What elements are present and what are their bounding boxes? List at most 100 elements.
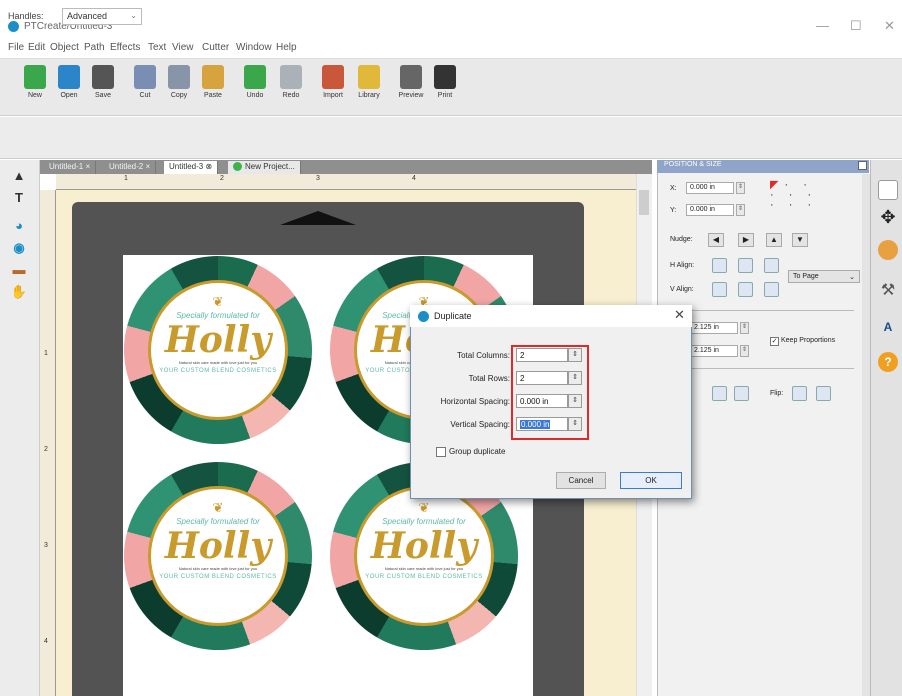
x-spinner[interactable]: ⇕ <box>736 182 745 194</box>
open-icon <box>58 65 80 89</box>
panel-close-button[interactable] <box>858 161 867 170</box>
height-field[interactable]: 2.125 in <box>690 345 738 357</box>
minimize-button[interactable]: — <box>816 18 829 33</box>
align-top-icon[interactable] <box>712 282 727 297</box>
library-button[interactable]: Library <box>354 65 384 99</box>
keep-proportions-checkbox[interactable]: ✓ <box>770 337 779 346</box>
save-icon <box>92 65 114 89</box>
label-name: Holly <box>164 319 272 361</box>
reference-point-grid[interactable]: ◤· · · · · · · · <box>770 180 814 220</box>
open-button[interactable]: Open <box>54 65 84 99</box>
height-spinner[interactable]: ⇕ <box>740 345 749 357</box>
flip-horizontal-icon[interactable] <box>792 386 807 401</box>
main-toolbar: New Open Save Cut Copy Paste Undo Redo I… <box>0 58 902 116</box>
wrench-icon[interactable]: ⚒ <box>878 280 898 300</box>
new-icon <box>24 65 46 89</box>
canvas-scrollbar-thumb[interactable] <box>639 190 649 215</box>
shape-tool[interactable]: ◕ <box>8 218 30 236</box>
menu-effects[interactable]: Effects <box>110 42 140 53</box>
preview-button[interactable]: Preview <box>396 65 426 99</box>
align-right-icon[interactable] <box>764 258 779 273</box>
label-design[interactable]: ❦ Specially formulated for Holly Natural… <box>124 462 312 650</box>
handles-select[interactable]: Advanced ⌄ <box>62 8 142 25</box>
close-window-button[interactable]: ✕ <box>884 18 895 34</box>
align-center-icon[interactable] <box>738 258 753 273</box>
menu-help[interactable]: Help <box>276 42 297 53</box>
document-tabs: Untitled-1 × Untitled-2 × Untitled-3 ⊗ N… <box>40 160 652 174</box>
align-bottom-icon[interactable] <box>764 282 779 297</box>
zoom-tool[interactable]: ◉ <box>8 240 30 258</box>
h-align-label: H Align: <box>670 262 695 269</box>
rotate-right-icon[interactable] <box>734 386 749 401</box>
align-middle-icon[interactable] <box>738 282 753 297</box>
document-icon[interactable] <box>878 180 898 200</box>
tab-untitled-2[interactable]: Untitled-2 × <box>104 161 157 174</box>
paste-button[interactable]: Paste <box>198 65 228 99</box>
ok-button[interactable]: OK <box>620 472 682 489</box>
menu-file[interactable]: File <box>8 42 24 53</box>
paste-icon <box>202 65 224 89</box>
tab-new-project[interactable]: New Project... <box>228 161 301 174</box>
width-spinner[interactable]: ⇕ <box>740 322 749 334</box>
help-icon[interactable]: ? <box>878 352 898 372</box>
v-align-label: V Align: <box>670 286 694 293</box>
hand-tool[interactable]: ✋ <box>8 284 30 302</box>
nudge-label: Nudge: <box>670 236 693 243</box>
select-tool[interactable]: ▲ <box>8 168 30 186</box>
nudge-down-button[interactable]: ▼ <box>792 233 808 247</box>
label-design[interactable]: ❦ Specially formulated for Holly Natural… <box>124 256 312 444</box>
label-center: ❦ Specially formulated for Holly Natural… <box>148 486 288 626</box>
width-field[interactable]: 2.125 in <box>690 322 738 334</box>
dialog-close-button[interactable]: ✕ <box>674 307 685 323</box>
text-style-icon[interactable]: A <box>878 320 898 340</box>
panel-title: POSITION & SIZE <box>664 161 722 168</box>
vertical-spacing-label: Vertical Spacing: <box>450 420 510 429</box>
x-field[interactable]: 0.000 in <box>686 182 734 194</box>
menu-window[interactable]: Window <box>236 42 272 53</box>
print-button[interactable]: Print <box>430 65 460 99</box>
menu-text[interactable]: Text <box>148 42 166 53</box>
maximize-button[interactable]: ☐ <box>850 18 862 34</box>
y-field[interactable]: 0.000 in <box>686 204 734 216</box>
menu-edit[interactable]: Edit <box>28 42 45 53</box>
move-icon[interactable]: ✥ <box>878 208 898 228</box>
dialog-title: Duplicate <box>434 311 472 321</box>
align-to-select[interactable]: To Page ⌄ <box>788 270 860 283</box>
menu-path[interactable]: Path <box>84 42 105 53</box>
copy-button[interactable]: Copy <box>164 65 194 99</box>
cut-button[interactable]: Cut <box>130 65 160 99</box>
ruler-horizontal: 1 2 3 4 <box>56 174 636 190</box>
rotate-left-icon[interactable] <box>712 386 727 401</box>
save-button[interactable]: Save <box>88 65 118 99</box>
total-rows-label: Total Rows: <box>468 374 510 383</box>
ruler-number: 4 <box>412 175 416 182</box>
nudge-left-button[interactable]: ◀ <box>708 233 724 247</box>
leaf-icon: ❦ <box>212 294 224 309</box>
options-bar <box>0 117 902 159</box>
app-icon <box>418 311 429 322</box>
menu-view[interactable]: View <box>172 42 194 53</box>
menu-object[interactable]: Object <box>50 42 79 53</box>
flip-vertical-icon[interactable] <box>816 386 831 401</box>
import-button[interactable]: Import <box>318 65 348 99</box>
redo-button[interactable]: Redo <box>276 65 306 99</box>
x-label: X: <box>670 185 677 192</box>
menu-cutter[interactable]: Cutter <box>202 42 229 53</box>
chevron-down-icon: ⌄ <box>849 274 855 281</box>
group-duplicate-checkbox[interactable] <box>436 447 446 457</box>
nudge-right-button[interactable]: ▶ <box>738 233 754 247</box>
undo-button[interactable]: Undo <box>240 65 270 99</box>
total-columns-label: Total Columns: <box>457 351 510 360</box>
nudge-up-button[interactable]: ▲ <box>766 233 782 247</box>
text-tool[interactable]: T <box>8 190 30 208</box>
cancel-button[interactable]: Cancel <box>556 472 606 489</box>
new-button[interactable]: New <box>20 65 50 99</box>
eraser-tool[interactable]: ▬ <box>8 262 30 280</box>
tab-untitled-3[interactable]: Untitled-3 ⊗ <box>164 161 219 174</box>
copy-icon <box>168 65 190 89</box>
y-spinner[interactable]: ⇕ <box>736 204 745 216</box>
color-palette-icon[interactable] <box>878 240 898 260</box>
align-left-icon[interactable] <box>712 258 727 273</box>
tab-untitled-1[interactable]: Untitled-1 × <box>44 161 97 174</box>
panel-scrollbar[interactable] <box>862 174 870 696</box>
